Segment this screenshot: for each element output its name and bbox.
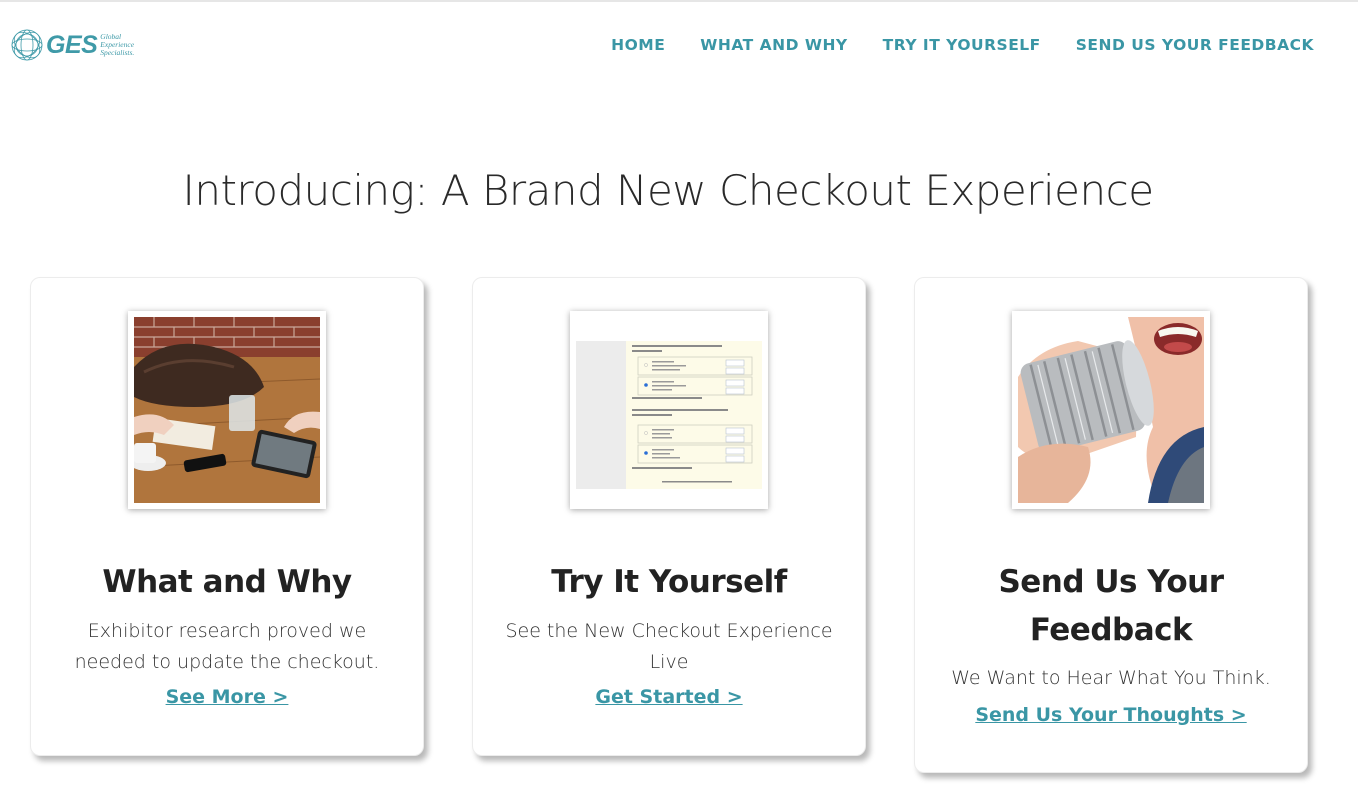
meeting-photo <box>128 311 326 509</box>
card-send-feedback: Send Us Your Feedback We Want to Hear Wh… <box>914 277 1308 773</box>
checkout-screenshot <box>570 311 768 509</box>
site-header: GES Global Experience Specialists. HOME … <box>0 2 1358 88</box>
tin-can-phone-image <box>1018 317 1204 503</box>
nav-what-and-why[interactable]: WHAT AND WHY <box>700 36 847 54</box>
card-description: Exhibitor research proved we needed to u… <box>74 620 380 673</box>
card-try-it-yourself: Try It Yourself See the New Checkout Exp… <box>472 277 866 756</box>
page-title: Introducing: A Brand New Checkout Experi… <box>182 166 1154 215</box>
logo-tagline: Global Experience Specialists. <box>100 33 134 57</box>
card-title: What and Why <box>102 564 352 600</box>
get-started-link[interactable]: Get Started > <box>473 686 865 708</box>
card-what-and-why: What and Why Exhibitor research proved w… <box>30 277 424 756</box>
nav-send-feedback[interactable]: SEND US YOUR FEEDBACK <box>1076 36 1314 54</box>
ges-logo[interactable]: GES Global Experience Specialists. <box>10 28 134 62</box>
main-nav: HOME WHAT AND WHY TRY IT YOURSELF SEND U… <box>611 36 1314 54</box>
card-title: Send Us Your Feedback <box>998 564 1224 648</box>
card-description: We Want to Hear What You Think. <box>951 667 1271 689</box>
send-thoughts-link[interactable]: Send Us Your Thoughts > <box>915 704 1307 726</box>
card-title: Try It Yourself <box>551 564 787 600</box>
tin-can-photo <box>1012 311 1210 509</box>
checkout-preview-image <box>576 317 762 503</box>
meeting-table-image <box>134 317 320 503</box>
nav-home[interactable]: HOME <box>611 36 665 54</box>
ges-globe-icon <box>11 29 43 61</box>
see-more-link[interactable]: See More > <box>31 686 423 708</box>
nav-try-it-yourself[interactable]: TRY IT YOURSELF <box>883 36 1041 54</box>
logo-tagline-line: Specialists. <box>100 48 135 57</box>
logo-wordmark: GES <box>46 30 98 59</box>
card-description: See the New Checkout Experience Live <box>505 620 833 673</box>
